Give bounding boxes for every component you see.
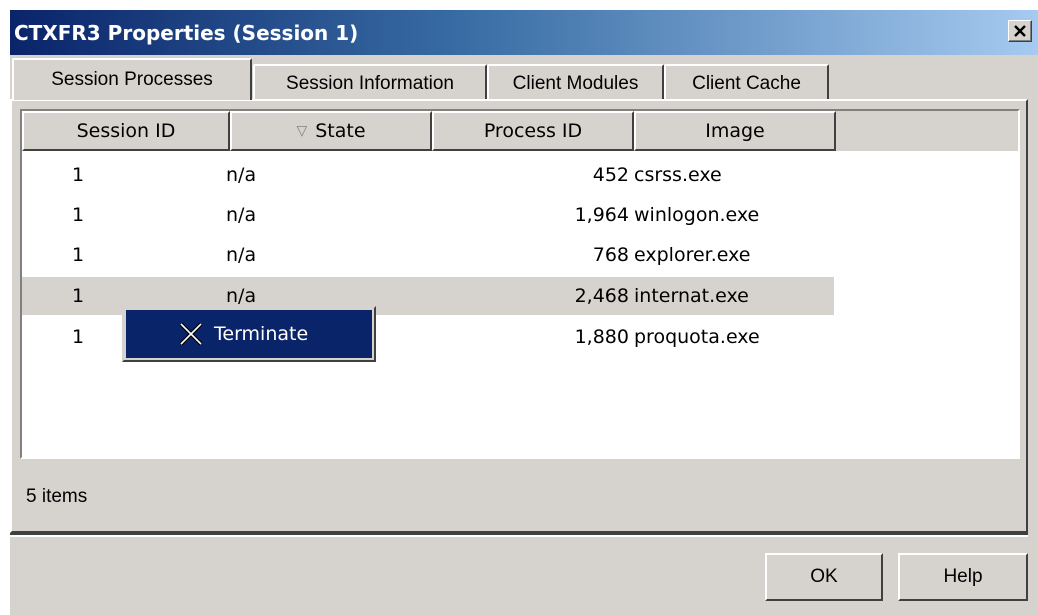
session-id-cell: 1 [72,326,85,348]
item-count-status: 5 items [26,486,88,507]
terminate-menu-item[interactable]: Terminate [126,310,372,358]
title-bar[interactable]: CTXFR3 Properties (Session 1) [10,10,1038,55]
state-cell: n/a [226,164,257,186]
help-button[interactable]: Help [898,553,1028,601]
process-id-cell: 452 [592,164,629,186]
image-cell: csrss.exe [634,164,722,186]
session-id-cell: 1 [72,164,85,186]
process-id-cell: 768 [592,244,629,266]
tab-session-information[interactable]: Session Information [253,64,487,102]
tab-client-modules[interactable]: Client Modules [487,64,664,102]
column-label: Image [705,120,765,142]
context-menu: Terminate [122,306,376,362]
column-label: State [315,120,366,142]
terminate-label: Terminate [214,323,309,345]
process-list[interactable]: Session ID ▽ State Process ID Image 1 n/… [20,109,1020,459]
column-label: Process ID [483,120,583,142]
state-cell: n/a [226,204,257,226]
close-icon [1014,25,1026,37]
process-id-cell: 1,880 [574,326,629,348]
tab-client-cache[interactable]: Client Cache [664,64,829,102]
image-cell: proquota.exe [634,326,760,348]
process-id-cell: 1,964 [574,204,629,226]
state-cell: n/a [226,285,257,307]
list-header: Session ID ▽ State Process ID Image [22,111,1018,151]
window-title: CTXFR3 Properties (Session 1) [14,21,359,45]
column-header-session-id[interactable]: Session ID [22,111,230,151]
state-cell: n/a [226,244,257,266]
table-row[interactable]: 1 n/a 452 csrss.exe [22,156,834,194]
image-cell: explorer.exe [634,244,751,266]
image-cell: winlogon.exe [634,204,760,226]
session-id-cell: 1 [72,244,85,266]
process-id-cell: 2,468 [574,285,629,307]
column-header-process-id[interactable]: Process ID [432,111,634,151]
sort-descending-icon: ▽ [296,123,308,139]
x-cursor-icon [178,321,204,347]
table-row[interactable]: 1 n/a 768 explorer.exe [22,236,834,274]
image-cell: internat.exe [634,285,749,307]
session-id-cell: 1 [72,204,85,226]
column-header-state[interactable]: ▽ State [230,111,432,151]
table-row[interactable]: 1 n/a 1,964 winlogon.exe [22,196,834,234]
close-button[interactable] [1008,20,1032,42]
session-id-cell: 1 [72,285,85,307]
ok-button[interactable]: OK [765,553,883,601]
tab-session-processes[interactable]: Session Processes [12,58,252,100]
column-header-image[interactable]: Image [634,111,836,151]
column-label: Session ID [76,120,176,142]
footer-separator [10,533,1028,537]
